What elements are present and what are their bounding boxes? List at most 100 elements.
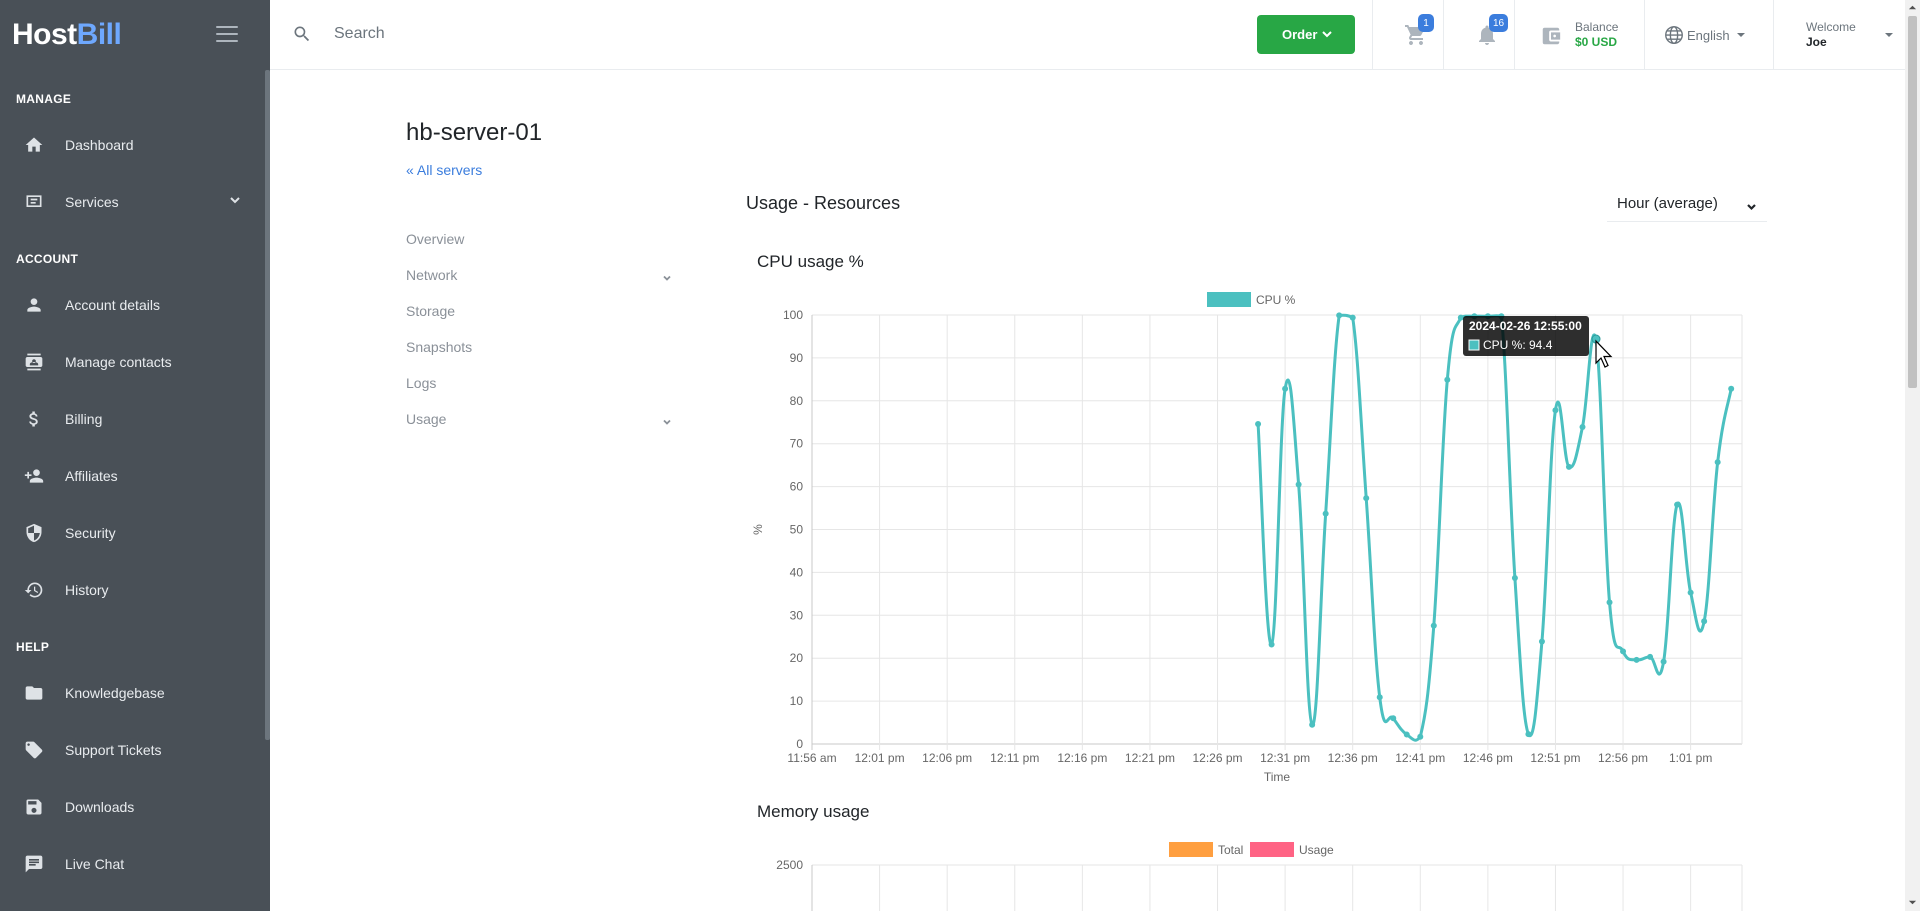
x-tick-label: 11:56 am bbox=[787, 751, 836, 765]
sidebar-item-security[interactable]: Security bbox=[0, 504, 270, 561]
caret-down-icon bbox=[1885, 33, 1893, 37]
x-axis-label: Time bbox=[1264, 770, 1291, 784]
memory-usage-chart: Total Usage 2500 bbox=[776, 842, 1743, 911]
cpu-data-point bbox=[1660, 658, 1667, 665]
sidebar-item-server-status[interactable]: Server status bbox=[0, 892, 270, 911]
user-name: Joe bbox=[1806, 35, 1827, 49]
y-tick-label: 10 bbox=[790, 694, 804, 708]
cpu-data-point bbox=[1403, 731, 1410, 738]
cpu-data-point bbox=[1687, 589, 1694, 596]
legend-label-usage: Usage bbox=[1299, 843, 1334, 857]
cpu-chart-title: CPU usage % bbox=[757, 252, 864, 271]
hostbill-logo[interactable]: HostBill bbox=[12, 18, 122, 52]
period-select[interactable]: Hour (average) bbox=[1607, 186, 1767, 222]
subnav-item-overview[interactable]: Overview bbox=[406, 221, 672, 257]
services-icon bbox=[24, 192, 44, 212]
scrollbar-thumb[interactable] bbox=[1908, 16, 1917, 388]
y-tick-label: 50 bbox=[790, 523, 804, 537]
sidebar-item-services[interactable]: Services bbox=[0, 173, 270, 230]
cpu-data-point bbox=[1511, 574, 1518, 581]
language-label: English bbox=[1687, 27, 1730, 43]
scroll-down-arrow-icon[interactable] bbox=[1908, 898, 1917, 907]
all-servers-link[interactable]: « All servers bbox=[406, 162, 482, 178]
contacts-icon bbox=[24, 352, 44, 372]
cpu-usage-chart: CPU % 0 10 20 30 40 50 60 70 80 90 100 11:56 am 12:01… bbox=[751, 292, 1743, 784]
sidebar-section-title: HELP bbox=[16, 640, 50, 654]
logo-bar: HostBill bbox=[0, 0, 270, 70]
sidebar-section-title: ACCOUNT bbox=[16, 252, 79, 266]
cpu-data-point bbox=[1430, 622, 1437, 629]
y-tick-label: 40 bbox=[790, 565, 804, 579]
subnav-item-label: Network bbox=[406, 267, 458, 283]
tooltip-title: 2024-02-26 12:55:00 bbox=[1469, 319, 1582, 333]
cart-count-badge: 1 bbox=[1418, 14, 1434, 32]
y-tick-label: 80 bbox=[790, 394, 804, 408]
subnav-item-label: Snapshots bbox=[406, 339, 473, 355]
sidebar-item-label: Account details bbox=[65, 296, 160, 313]
scroll-up-arrow-icon[interactable] bbox=[1908, 3, 1917, 12]
x-tick-label: 1:01 pm bbox=[1669, 751, 1712, 765]
cpu-data-point bbox=[1714, 459, 1721, 466]
user-menu[interactable]: Welcome Joe bbox=[1806, 20, 1893, 49]
notifications-bell-icon[interactable]: 16 bbox=[1475, 14, 1509, 47]
x-tick-label: 12:46 pm bbox=[1463, 751, 1513, 765]
chevron-down-icon bbox=[228, 193, 242, 207]
order-button[interactable]: Order bbox=[1257, 15, 1355, 54]
sidebar-item-dashboard[interactable]: Dashboard bbox=[0, 116, 270, 173]
language-selector[interactable]: English bbox=[1663, 24, 1746, 46]
cpu-data-point bbox=[1647, 653, 1654, 660]
cpu-data-point bbox=[1282, 385, 1289, 392]
memory-chart-title: Memory usage bbox=[757, 802, 870, 821]
y-tick-label: 20 bbox=[790, 651, 804, 665]
sidebar-item-manage-contacts[interactable]: Manage contacts bbox=[0, 333, 270, 390]
x-tick-label: 12:26 pm bbox=[1192, 751, 1242, 765]
sidebar-scrollbar[interactable] bbox=[265, 70, 270, 740]
welcome-label: Welcome bbox=[1806, 20, 1856, 34]
subnav-item-network[interactable]: Network bbox=[406, 257, 672, 293]
sidebar-item-history[interactable]: History bbox=[0, 561, 270, 618]
sidebar-item-downloads[interactable]: Downloads bbox=[0, 778, 270, 835]
sidebar-item-label: Dashboard bbox=[65, 136, 134, 153]
topbar-divider bbox=[1443, 0, 1444, 70]
history-icon bbox=[24, 580, 44, 600]
cpu-data-point bbox=[1255, 420, 1262, 427]
sidebar-item-affiliates[interactable]: Affiliates bbox=[0, 447, 270, 504]
topbar: Order 1 16 Balance $0 USD English Welcom… bbox=[270, 0, 1905, 70]
sidebar-item-billing[interactable]: Billing bbox=[0, 390, 270, 447]
wallet-icon bbox=[1540, 25, 1562, 47]
x-tick-label: 12:06 pm bbox=[922, 751, 972, 765]
y-tick-label: 60 bbox=[790, 480, 804, 494]
x-tick-label: 12:16 pm bbox=[1057, 751, 1107, 765]
page-scrollbar[interactable] bbox=[1905, 0, 1920, 911]
search-input[interactable] bbox=[334, 18, 834, 50]
subnav-item-snapshots[interactable]: Snapshots bbox=[406, 329, 672, 365]
subnav-item-usage[interactable]: Usage bbox=[406, 401, 672, 437]
cpu-data-point bbox=[1268, 641, 1275, 648]
notifications-count-badge: 16 bbox=[1489, 14, 1509, 32]
sidebar-item-live-chat[interactable]: Live Chat bbox=[0, 835, 270, 892]
sidebar-item-label: Services bbox=[65, 193, 119, 210]
cpu-data-point bbox=[1525, 731, 1532, 738]
sidebar-item-knowledgebase[interactable]: Knowledgebase bbox=[0, 664, 270, 721]
cpu-data-point bbox=[1417, 733, 1424, 740]
sidebar-item-account-details[interactable]: Account details bbox=[0, 276, 270, 333]
sidebar-item-support-tickets[interactable]: Support Tickets bbox=[0, 721, 270, 778]
legend-swatch-usage bbox=[1250, 842, 1294, 857]
cpu-data-point bbox=[1674, 501, 1681, 508]
balance-display[interactable]: Balance $0 USD bbox=[1575, 20, 1618, 49]
legend-label-cpu: CPU % bbox=[1256, 293, 1296, 307]
ticket-icon bbox=[24, 740, 44, 760]
balance-label: Balance bbox=[1575, 20, 1619, 34]
cart-icon[interactable]: 1 bbox=[1404, 14, 1434, 47]
subnav-item-storage[interactable]: Storage bbox=[406, 293, 672, 329]
x-tick-label: 12:11 pm bbox=[990, 751, 1039, 765]
x-tick-label: 12:56 pm bbox=[1598, 751, 1648, 765]
x-tick-label: 12:01 pm bbox=[855, 751, 905, 765]
x-tick-label: 12:21 pm bbox=[1125, 751, 1175, 765]
subnav-item-logs[interactable]: Logs bbox=[406, 365, 672, 401]
subnav-item-label: Overview bbox=[406, 231, 465, 247]
x-tick-label: 12:41 pm bbox=[1395, 751, 1445, 765]
caret-down-icon bbox=[1736, 33, 1745, 37]
sidebar-section-title: MANAGE bbox=[16, 92, 72, 106]
menu-toggle-icon[interactable] bbox=[216, 26, 238, 42]
